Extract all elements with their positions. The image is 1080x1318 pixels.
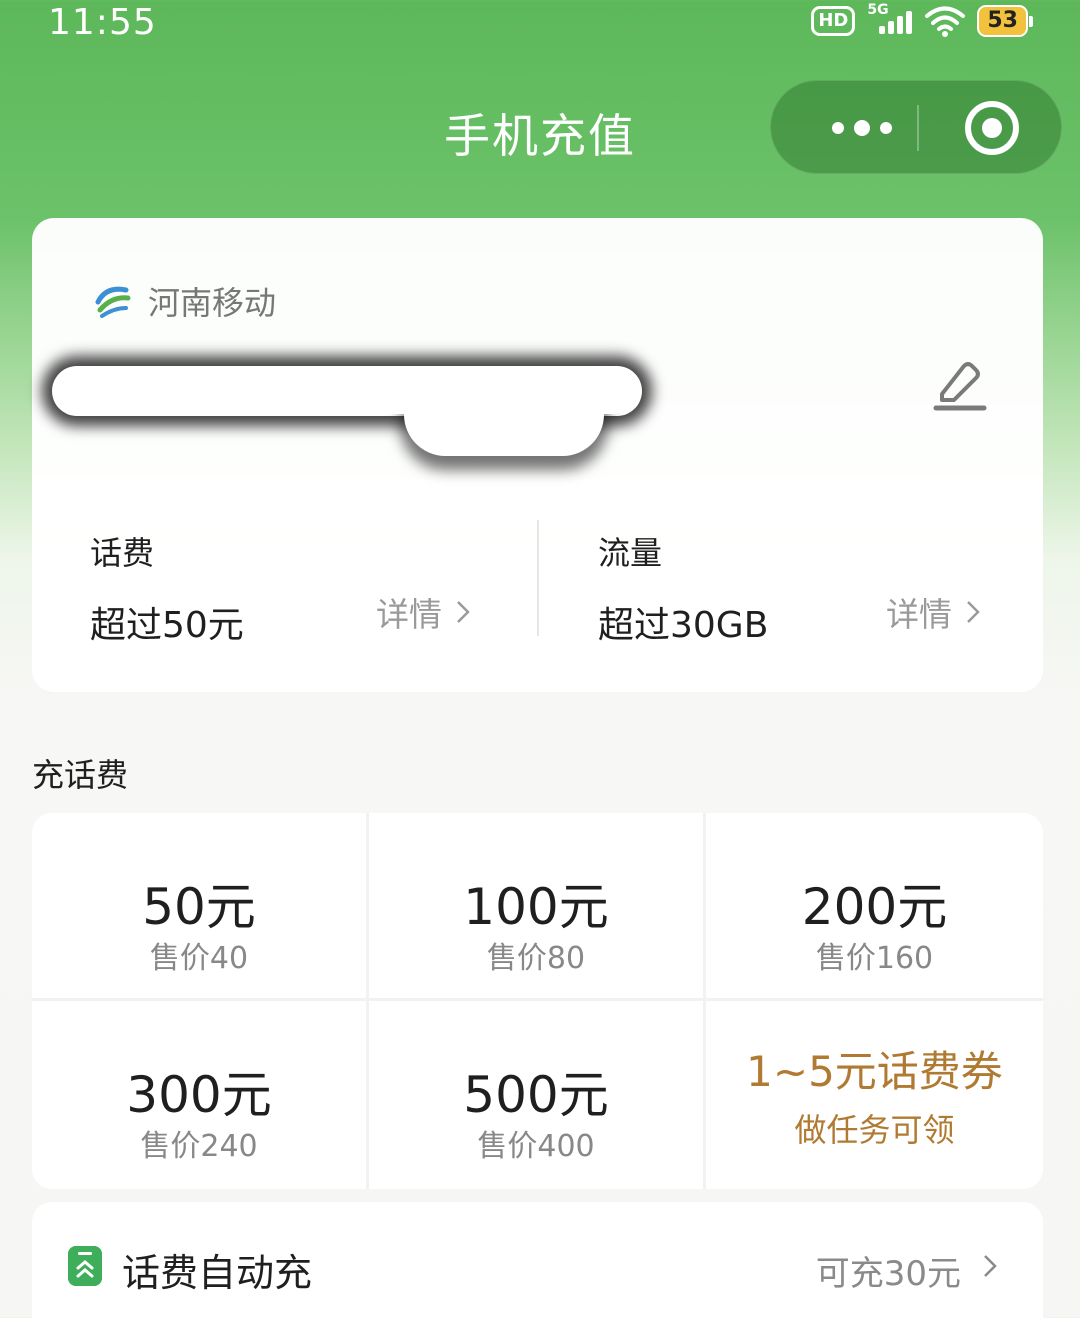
network-type: 5G xyxy=(867,2,889,18)
status-icons: HD 5G 53 xyxy=(811,2,1033,38)
data-value: 超过30GB xyxy=(598,605,769,646)
recharge-option-100[interactable]: 100元 售价80 xyxy=(369,813,706,1001)
capsule-divider xyxy=(917,105,919,151)
option-price: 售价80 xyxy=(486,941,586,976)
status-bar: 11:55 HD 5G 53 xyxy=(0,0,1080,48)
wifi-icon xyxy=(925,6,966,37)
chevron-right-icon xyxy=(984,1255,997,1277)
balance-value: 超过50元 xyxy=(90,605,244,646)
auto-recharge-value: 可充30元 xyxy=(815,1254,961,1294)
more-dots-icon[interactable] xyxy=(807,81,917,175)
coupon-option[interactable]: 1~5元话费券 做任务可领 xyxy=(706,1001,1043,1189)
balance-label: 话费 xyxy=(90,534,155,572)
recharge-options-grid: 50元 售价40 100元 售价80 200元 售价160 300元 售价240… xyxy=(32,813,1043,1189)
chevron-right-icon xyxy=(457,601,470,623)
recharge-option-50[interactable]: 50元 售价40 xyxy=(32,813,369,1001)
recharge-option-300[interactable]: 300元 售价240 xyxy=(32,1001,369,1189)
auto-recharge-icon xyxy=(68,1246,102,1286)
option-amount: 100元 xyxy=(463,878,609,936)
battery-icon: 53 xyxy=(977,5,1033,37)
carrier-info: 河南移动 xyxy=(92,278,276,324)
balance-detail-label: 详情 xyxy=(376,595,442,634)
data-detail-link[interactable]: 详情 xyxy=(886,588,980,636)
option-price: 售价160 xyxy=(815,941,934,976)
edit-pencil-icon[interactable] xyxy=(932,356,988,412)
chevron-right-icon xyxy=(967,601,980,623)
recharge-section-title: 充话费 xyxy=(32,756,129,794)
option-price: 售价400 xyxy=(477,1129,595,1164)
balance-detail-link[interactable]: 详情 xyxy=(376,588,470,636)
redaction-mark xyxy=(56,368,636,414)
option-amount: 200元 xyxy=(801,878,948,936)
auto-recharge-row[interactable]: 话费自动充 可充30元 xyxy=(32,1202,1043,1318)
option-amount: 300元 xyxy=(126,1066,272,1124)
data-block: 流量 超过30GB xyxy=(598,528,768,648)
option-price: 售价40 xyxy=(149,941,249,976)
option-amount: 500元 xyxy=(463,1066,609,1124)
balance-divider xyxy=(537,520,539,636)
status-time: 11:55 xyxy=(48,2,157,43)
coupon-title: 1~5元话费券 xyxy=(746,1047,1003,1096)
close-circle-icon[interactable] xyxy=(965,101,1019,155)
option-amount: 50元 xyxy=(142,878,256,936)
hd-badge: HD xyxy=(811,6,856,36)
balance-block: 话费 超过50元 xyxy=(90,528,244,648)
china-mobile-logo-icon xyxy=(95,286,131,318)
carrier-name: 河南移动 xyxy=(148,284,277,322)
mini-program-capsule xyxy=(770,80,1062,174)
option-price: 售价240 xyxy=(140,1129,258,1164)
account-card: 河南移动 话费 超过50元 详情 流量 超过30GB 详情 xyxy=(32,218,1043,692)
signal-icon: 5G xyxy=(867,2,913,38)
recharge-option-200[interactable]: 200元 售价160 xyxy=(706,813,1043,1001)
data-label: 流量 xyxy=(598,534,663,572)
data-detail-label: 详情 xyxy=(886,595,952,634)
auto-recharge-label: 话费自动充 xyxy=(122,1251,313,1295)
recharge-option-500[interactable]: 500元 售价400 xyxy=(369,1001,706,1189)
coupon-subtitle: 做任务可领 xyxy=(794,1111,955,1149)
